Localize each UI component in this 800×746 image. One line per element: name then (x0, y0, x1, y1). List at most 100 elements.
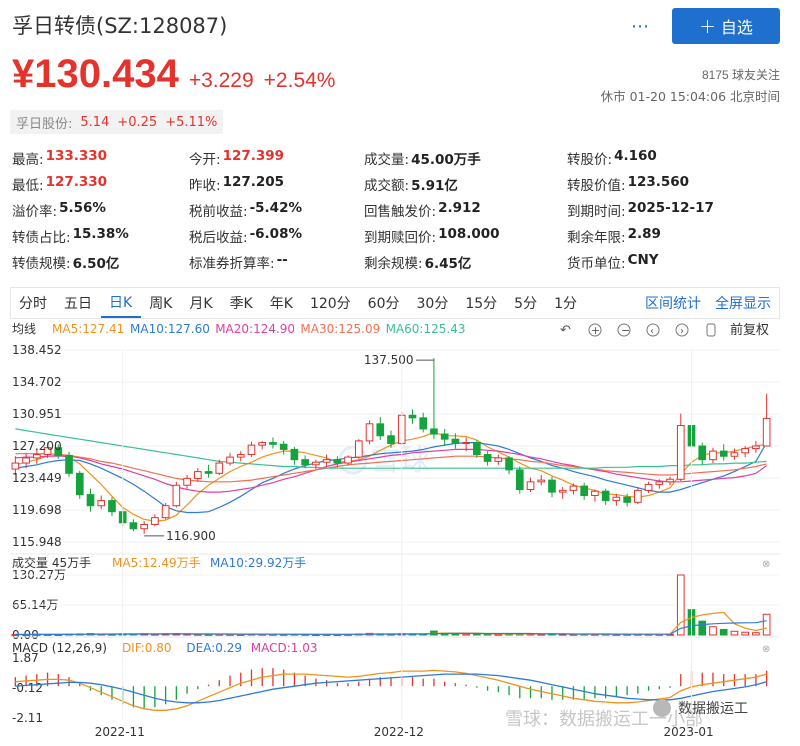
quote-label: 转债规模: (12, 256, 71, 272)
volume-bar (752, 632, 760, 636)
followers-count[interactable]: 8175 球友关注 (702, 66, 780, 83)
quote-value: 123.560 (627, 174, 690, 190)
quote-cell: 成交量: 45.00万手 (364, 148, 567, 168)
volume-bar (762, 613, 771, 636)
candle-body (376, 423, 385, 437)
quote-label: 税前收益: (189, 204, 248, 220)
quote-value: 133.330 (45, 148, 108, 164)
quote-label: 到期时间: (567, 204, 626, 220)
quote-row: 转债占比: 15.38% 税后收益: -6.08% 到期赎回价: 108.000 剩余年限:… (12, 223, 782, 249)
candle-body (526, 481, 535, 491)
tab-period[interactable]: 月K (181, 288, 221, 318)
tab-period[interactable]: 周K (141, 288, 181, 318)
svg-text:雪球：数据搬运工一小部: 雪球：数据搬运工一小部 (505, 709, 703, 730)
underlying-stock-link[interactable]: 孚日股份: 5.14 +0.25 +5.11% (10, 110, 224, 134)
y-tick-label: 115.948 (12, 535, 62, 549)
tab-period[interactable]: 季K (222, 288, 262, 318)
tab-period[interactable]: 15分 (457, 288, 506, 318)
quote-label: 到期赎回价: (364, 230, 437, 246)
candle-body (440, 433, 449, 440)
underlying-stock-change-pct: +5.11% (165, 114, 218, 130)
candle-body (236, 454, 245, 458)
tab-period[interactable]: 五日 (56, 288, 101, 318)
price-row: ¥130.434 +3.229 +2.54% (12, 52, 335, 97)
tab-period[interactable]: 分时 (11, 288, 56, 318)
wechat-watermark: 数据搬运工 (653, 699, 748, 717)
quote-cell: 昨收: 127.205 (189, 174, 364, 194)
candle-body (644, 483, 653, 491)
quote-cell: 成交额: 5.91亿 (364, 174, 567, 194)
candle-body (301, 459, 309, 466)
quote-label: 剩余年限: (567, 230, 626, 246)
quote-value: -- (276, 252, 288, 268)
candle-body (290, 448, 299, 461)
quote-value: 15.38% (72, 226, 129, 242)
candle-body (322, 459, 331, 463)
adjust-mode[interactable]: 前复权 (730, 322, 769, 338)
add-watchlist-button[interactable]: + 自选 (672, 8, 780, 44)
quote-cell: 货币单位: CNY (567, 252, 782, 272)
kline-svg[interactable]: 均线 MA5:127.41 MA10:127.60 MA20:124.90 MA30:… (10, 320, 780, 740)
candle-body (204, 471, 213, 474)
candle-body (515, 469, 524, 491)
candle-body (22, 457, 30, 464)
x-tick-label: 2022-11 (95, 725, 145, 739)
candle-body (215, 462, 224, 474)
candle-body (75, 472, 84, 496)
candle-body (161, 505, 170, 519)
quote-label: 剩余规模: (364, 256, 423, 272)
tab-period[interactable]: 60分 (360, 288, 409, 318)
candle-body (634, 489, 642, 503)
quote-value: 6.50亿 (72, 256, 120, 272)
candle-body (612, 496, 621, 502)
candle-body (151, 517, 159, 525)
undo-icon[interactable]: ↶ (560, 323, 571, 338)
top-actions: ⋯ + 自选 (631, 8, 780, 44)
candle-body (462, 442, 470, 445)
range-stats-link[interactable]: 区间统计 (645, 293, 701, 313)
quote-value: 127.399 (222, 148, 285, 164)
candle-body (752, 445, 760, 450)
tab-period[interactable]: 年K (262, 288, 302, 318)
candle-body (601, 490, 610, 502)
quote-value: 108.000 (438, 226, 500, 242)
candle-style-icon[interactable] (706, 323, 716, 337)
tab-period[interactable]: 120分 (302, 288, 360, 318)
underlying-stock-name: 孚日股份: (16, 116, 73, 132)
candle-body (193, 471, 202, 479)
quote-cell: 转债占比: 15.38% (12, 226, 189, 246)
tab-period[interactable]: 1分 (546, 288, 586, 318)
quote-cell: 最低: 127.330 (12, 174, 189, 194)
candle-body (108, 500, 116, 513)
tab-period[interactable]: 日K (101, 288, 142, 318)
tab-period[interactable]: 5分 (506, 288, 546, 318)
candle-body (226, 456, 234, 464)
quote-label: 最高: (12, 152, 44, 168)
volume-bar (719, 628, 728, 636)
ma-legend-item: MA30:125.09 (300, 322, 380, 336)
macd-y-tick: -2.11 (12, 711, 43, 725)
volume-panel: 130.27万65.14万0.00 (10, 568, 780, 642)
ma-legend-item: MA10:127.60 (130, 322, 210, 336)
candle-body (279, 443, 288, 450)
more-options-icon[interactable]: ⋯ (631, 16, 650, 37)
quote-value: 4.160 (614, 148, 657, 164)
ma-label: 均线 (12, 322, 36, 336)
ma-legend-item: MA60:125.43 (386, 322, 466, 336)
candle-body (558, 489, 567, 493)
quote-cell: 到期时间: 2025-12-17 (567, 200, 782, 220)
quote-cell: 转股价值: 123.560 (567, 174, 782, 194)
kline-chart[interactable]: 均线 MA5:127.41 MA10:127.60 MA20:124.90 MA30:… (10, 320, 780, 740)
candle-body (537, 479, 546, 483)
price-change: +3.229 (188, 69, 254, 92)
tab-period[interactable]: 30分 (409, 288, 458, 318)
volume-ma5: MA5:12.49万手 (112, 556, 201, 570)
current-price: ¥130.434 (12, 52, 179, 96)
quote-value: -5.42% (249, 200, 303, 216)
quote-cell: 剩余年限: 2.89 (567, 226, 782, 246)
quote-value: 5.56% (59, 200, 106, 216)
quote-row: 溢价率: 5.56% 税前收益: -5.42% 回售触发价: 2.912 到期时间: 2025… (12, 197, 782, 223)
fullscreen-link[interactable]: 全屏显示 (715, 293, 771, 313)
ma-legend-item: MA20:124.90 (215, 322, 295, 336)
quote-label: 成交额: (364, 178, 410, 194)
